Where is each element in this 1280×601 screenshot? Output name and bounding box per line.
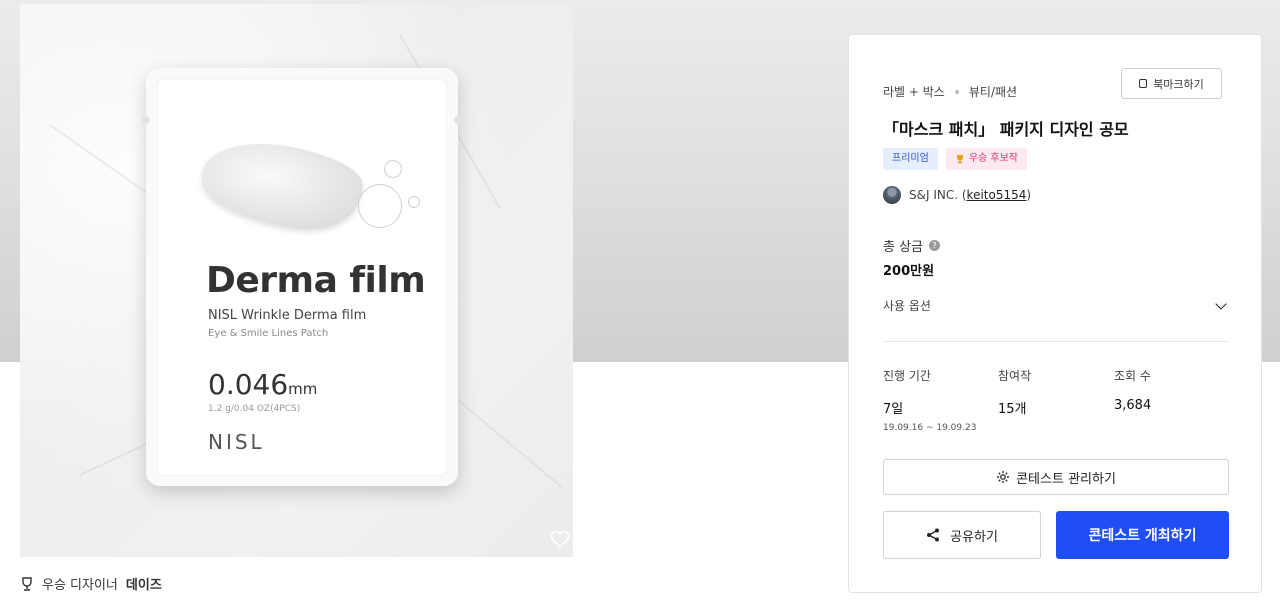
pouch-notch — [142, 116, 150, 124]
divider — [883, 341, 1229, 342]
thickness-unit: mm — [288, 380, 318, 398]
manage-contest-button[interactable]: 콘테스트 관리하기 — [883, 459, 1229, 495]
client-name: S&J INC. ( — [909, 188, 967, 202]
like-button[interactable]: 5 — [550, 530, 573, 548]
prize-label: 총 상금 ? — [883, 236, 941, 255]
entries-label: 참여작 — [998, 369, 1032, 383]
prize-value: 200만원 — [883, 264, 935, 279]
contest-tags: 프리미엄 우승 후보작 — [883, 148, 1027, 170]
bookmark-icon — [1139, 79, 1148, 88]
winner-prefix: 우승 디자이너 — [42, 578, 118, 593]
chevron-down-icon — [1215, 297, 1227, 310]
winner-candidate-label: 우승 후보작 — [968, 153, 1018, 164]
manage-label: 콘테스트 관리하기 — [1016, 471, 1116, 487]
period-label: 진행 기간 — [883, 369, 931, 383]
patch-illustration — [197, 135, 367, 237]
product-description: Eye & Smile Lines Patch — [208, 328, 329, 339]
product-pouch: Derma film NISL Wrinkle Derma film Eye &… — [142, 68, 462, 486]
options-dropdown[interactable]: 사용 옵션 — [883, 297, 1229, 314]
bubble — [384, 160, 402, 178]
help-icon[interactable]: ? — [929, 240, 941, 251]
pouch-face: Derma film NISL Wrinkle Derma film Eye &… — [158, 80, 446, 474]
bookmark-button[interactable]: 북마크하기 — [1121, 68, 1222, 99]
entries-value: 15개 — [998, 402, 1027, 417]
heart-icon — [550, 530, 570, 548]
bubble — [358, 184, 402, 228]
product-thickness: 0.046mm — [208, 368, 317, 401]
winner-candidate-badge: 우승 후보작 — [945, 148, 1027, 170]
client-info: S&J INC. (keito5154) — [883, 186, 1031, 204]
trophy-icon — [956, 155, 963, 164]
separator-dot — [954, 89, 959, 94]
thickness-value: 0.046 — [208, 368, 289, 401]
stat-period: 진행 기간 7일 19.09.16 ~ 19.09.23 — [883, 367, 976, 433]
category-breadcrumb: 라벨 + 박스 뷰티/패션 — [883, 83, 1017, 100]
period-range: 19.09.16 ~ 19.09.23 — [883, 423, 977, 433]
options-label: 사용 옵션 — [883, 299, 931, 313]
contest-info-panel: 라벨 + 박스 뷰티/패션 북마크하기 「마스크 패치」 패키지 디자인 공모 … — [848, 34, 1262, 593]
contest-title: 「마스크 패치」 패키지 디자인 공모 — [883, 120, 1129, 139]
category-primary[interactable]: 라벨 + 박스 — [883, 83, 945, 100]
avatar — [883, 186, 901, 204]
category-secondary[interactable]: 뷰티/패션 — [969, 83, 1017, 100]
trophy-icon — [22, 576, 32, 591]
product-brand: NISL — [208, 430, 265, 454]
contest-image[interactable]: Derma film NISL Wrinkle Derma film Eye &… — [20, 4, 573, 557]
winner-designer: 우승 디자이너 데이즈 — [20, 574, 162, 593]
client-name-wrap: S&J INC. (keito5154) — [909, 188, 1031, 202]
stat-views: 조회 수 3,684 — [1114, 367, 1151, 413]
premium-badge: 프리미엄 — [883, 148, 938, 170]
bubble — [408, 196, 420, 208]
gear-icon — [997, 471, 1010, 483]
prize-label-text: 총 상금 — [883, 240, 924, 255]
client-close: ) — [1026, 188, 1032, 202]
views-label: 조회 수 — [1114, 369, 1151, 383]
share-icon — [927, 528, 940, 542]
product-weight: 1.2 g/0.04 OZ(4PCS) — [208, 404, 301, 414]
share-label: 공유하기 — [950, 529, 998, 545]
product-name: Derma film — [206, 260, 426, 301]
stat-entries: 참여작 15개 — [998, 367, 1031, 417]
host-contest-button[interactable]: 콘테스트 개최하기 — [1056, 511, 1229, 559]
views-value: 3,684 — [1114, 398, 1152, 413]
share-button[interactable]: 공유하기 — [883, 511, 1041, 559]
bookmark-label: 북마크하기 — [1153, 77, 1204, 91]
product-subtitle: NISL Wrinkle Derma film — [208, 308, 367, 323]
pouch-notch — [454, 116, 462, 124]
period-value: 7일 — [883, 402, 904, 417]
winner-name[interactable]: 데이즈 — [126, 574, 162, 593]
client-id-link[interactable]: keito5154 — [967, 188, 1027, 202]
